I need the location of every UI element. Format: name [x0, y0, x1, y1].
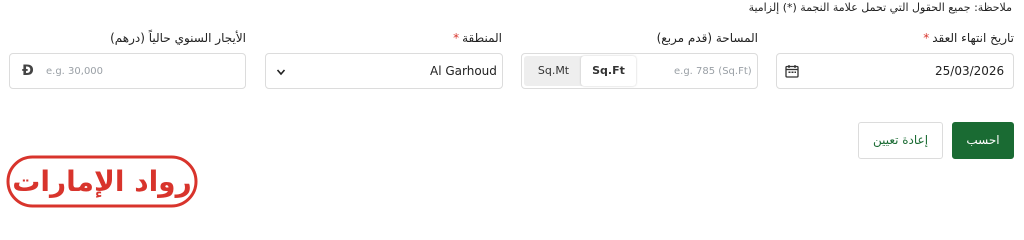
- region-select[interactable]: Al Garhoud: [265, 53, 503, 89]
- unit-toggle[interactable]: Sq.Mt Sq.Ft: [524, 56, 636, 86]
- area-placeholder: e.g. 785 (Sq.Ft): [674, 66, 752, 77]
- required-fields-note: ملاحظة: جميع الحقول التي تحمل علامة النج…: [748, 1, 1012, 14]
- contract-end-date-value: 25/03/2026: [935, 64, 1005, 78]
- annual-rent-placeholder: e.g. 30,000: [46, 66, 104, 77]
- area-field[interactable]: e.g. 785 (Sq.Ft) Sq.Mt Sq.Ft: [521, 53, 758, 89]
- calculate-button[interactable]: احسب: [952, 122, 1014, 159]
- unit-sqmt-button[interactable]: Sq.Mt: [526, 56, 581, 86]
- unit-sqft-button[interactable]: Sq.Ft: [581, 56, 636, 86]
- annual-rent-field[interactable]: e.g. 30,000 Đ: [9, 53, 246, 89]
- contract-end-date-label: تاريخ انتهاء العقد*: [923, 31, 1014, 45]
- region-selected-value: Al Garhoud: [430, 64, 497, 78]
- rowad-alemarat-logo: رواد الإمارات: [6, 155, 198, 208]
- reset-button[interactable]: إعادة تعيين: [858, 122, 943, 159]
- required-asterisk: *: [453, 31, 460, 45]
- logo-text: رواد الإمارات: [12, 165, 191, 198]
- required-asterisk: *: [923, 31, 930, 45]
- calendar-icon[interactable]: [785, 64, 799, 78]
- region-label: المنطقة*: [453, 31, 502, 45]
- contract-end-date-field[interactable]: 25/03/2026: [776, 53, 1014, 89]
- annual-rent-label: الأيجار السنوي حالياً (درهم): [110, 31, 246, 45]
- chevron-down-icon: [276, 69, 286, 76]
- dirham-icon: Đ: [22, 63, 34, 79]
- area-label: المساحة (قدم مربع): [656, 31, 758, 45]
